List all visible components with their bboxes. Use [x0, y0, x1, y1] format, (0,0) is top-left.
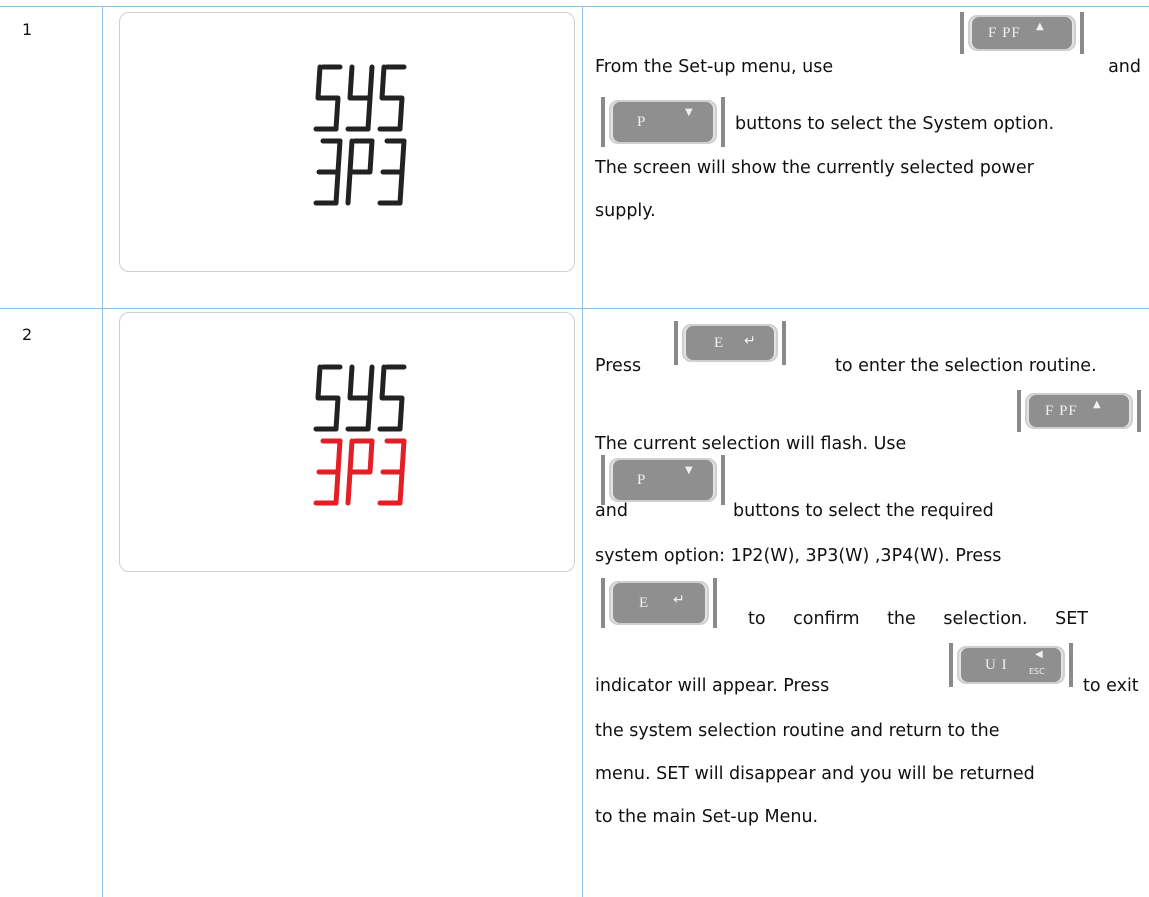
lcd-segment	[397, 469, 405, 506]
lcd-segment	[347, 138, 355, 175]
lcd-segment	[399, 438, 407, 475]
ui-esc-button: U I ◀ ESC	[949, 643, 1073, 687]
lcd-segment	[365, 395, 373, 432]
lcd-line-1	[313, 364, 407, 432]
lcd-segment	[345, 469, 353, 506]
lcd-segment	[397, 395, 405, 432]
esc-label: ESC	[1029, 667, 1045, 676]
up-arrow-icon: ▲	[1036, 21, 1044, 32]
lcd-segment	[347, 64, 355, 101]
lcd-line-2	[313, 138, 407, 206]
table-top-border	[0, 6, 1149, 7]
instruction-text: buttons to select the required	[733, 501, 994, 521]
lcd-segment	[367, 438, 375, 475]
lcd-display-panel	[119, 12, 575, 272]
lcd-segment	[335, 438, 343, 475]
instruction-text: Press	[595, 356, 642, 376]
instruction-text: to enter the selection routine.	[835, 356, 1097, 376]
lcd-segment	[399, 138, 407, 175]
enter-arrow-icon: ↵	[673, 592, 685, 608]
e-enter-button: E ↵	[601, 578, 717, 628]
lcd-segment	[379, 364, 387, 401]
table-column-divider-2	[582, 6, 583, 897]
lcd-segment	[367, 138, 375, 175]
lcd-segment	[397, 95, 405, 132]
lcd-segment	[367, 64, 375, 101]
lcd-segment	[333, 95, 341, 132]
lcd-display-panel	[119, 312, 575, 572]
lcd-segment	[315, 364, 323, 401]
instruction-text: to the main Set-up Menu.	[595, 807, 819, 827]
instruction-text: buttons to select the System option.	[735, 114, 1055, 134]
lcd-segment	[333, 169, 341, 206]
lcd-segment	[347, 364, 355, 401]
lcd-line-2	[313, 438, 407, 506]
down-arrow-icon: ▼	[685, 107, 693, 118]
down-arrow-icon: ▼	[685, 465, 693, 476]
lcd-segment	[333, 395, 341, 432]
lcd-segment	[347, 438, 355, 475]
fpf-up-button: F PF ▲	[960, 12, 1084, 54]
fpf-up-button: F PF ▲	[1017, 390, 1141, 432]
lcd-segment	[367, 364, 375, 401]
instruction-text: system option: 1P2(W), 3P3(W) ,3P4(W). P…	[595, 546, 1002, 566]
lcd-segment-display	[313, 64, 407, 206]
instruction-text: The current selection will flash. Use	[595, 434, 907, 454]
lcd-segment	[315, 64, 323, 101]
enter-arrow-icon: ↵	[744, 333, 756, 349]
instruction-text: indicator will appear. Press	[595, 676, 830, 696]
left-arrow-icon: ◀	[1035, 649, 1043, 660]
instruction-text: From the Set-up menu, use and	[595, 57, 1141, 77]
instruction-text: menu. SET will disappear and you will be…	[595, 764, 1035, 784]
lcd-segment	[397, 169, 405, 206]
instruction-text: to exit	[1083, 676, 1139, 696]
lcd-segment	[365, 95, 373, 132]
instruction-text: to confirm the selection. SET	[748, 609, 1088, 629]
up-arrow-icon: ▲	[1093, 399, 1101, 410]
instruction-text: the system selection routine and return …	[595, 721, 1000, 741]
lcd-line-1	[313, 64, 407, 132]
lcd-segment	[345, 169, 353, 206]
table-column-divider-1	[102, 6, 103, 897]
lcd-segment-display	[313, 364, 407, 506]
lcd-segment	[379, 64, 387, 101]
e-enter-button: E ↵	[674, 321, 786, 365]
table-row-divider	[0, 308, 1149, 309]
instruction-text: The screen will show the currently selec…	[595, 158, 1034, 178]
lcd-segment	[333, 469, 341, 506]
lcd-segment	[335, 138, 343, 175]
p-down-button: P ▼	[601, 97, 725, 147]
step-number: 2	[22, 325, 33, 344]
instruction-text: supply.	[595, 201, 656, 221]
p-down-button: P ▼	[601, 455, 725, 505]
step-number: 1	[22, 20, 33, 39]
